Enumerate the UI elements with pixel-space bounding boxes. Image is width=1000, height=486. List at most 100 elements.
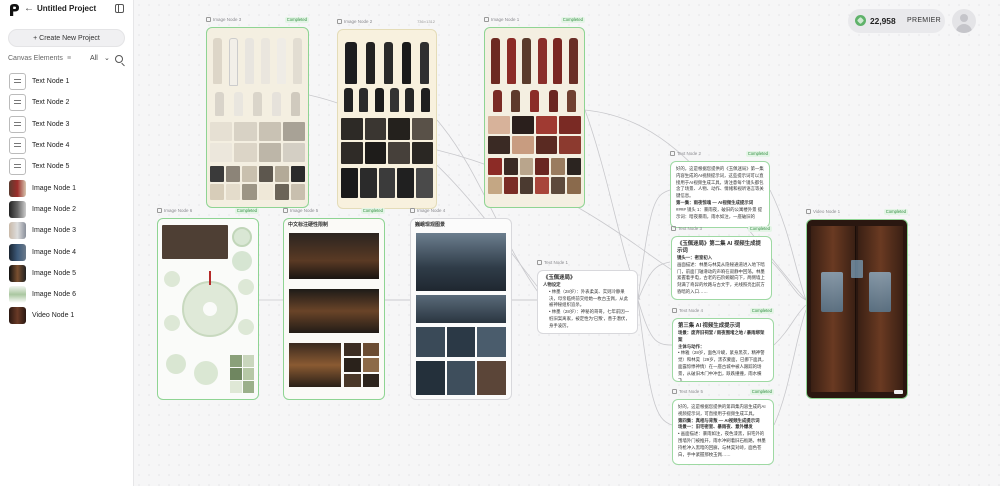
- app-logo-icon[interactable]: [9, 4, 20, 16]
- node-label: Text Node 3: [678, 226, 703, 231]
- video-preview[interactable]: [806, 219, 908, 399]
- image-preview: [206, 27, 309, 208]
- sidebar-item-image-node-3[interactable]: Image Node 3: [0, 220, 134, 241]
- status-badge: Completed: [360, 208, 385, 214]
- image-node-icon: [410, 208, 415, 213]
- back-arrow-icon[interactable]: ←: [24, 3, 34, 14]
- image-thumbnail: [9, 200, 26, 218]
- image-node-5[interactable]: Image Node 5 Completed 中文标注硬性限制: [283, 208, 385, 400]
- sidebar-item-label: Image Node 3: [32, 227, 76, 235]
- sidebar-item-label: Image Node 6: [32, 291, 76, 299]
- node-label: Image Node 1: [491, 17, 520, 22]
- image-node-2[interactable]: Image Node 2 736×1312: [337, 19, 437, 209]
- text-line: • 林墨（28岁）：外表柔美、实则冷静果决，母亲临终前交给她一枚古玉佩，从此被神…: [549, 288, 629, 308]
- sidebar-item-image-node-6[interactable]: Image Node 6: [0, 284, 134, 305]
- status-badge: Completed: [560, 17, 585, 23]
- node-label: Image Node 5: [290, 208, 319, 213]
- text-node-icon: [672, 389, 677, 394]
- status-badge: Completed: [749, 389, 774, 395]
- sidebar-item-image-node-5[interactable]: Image Node 5: [0, 263, 134, 284]
- text-node-icon: [9, 73, 26, 91]
- text-node-content: 第三集 AI 视频生成提示词 场景：废弃旧祠堂 / 雨夜围堵之地 / 暴雨绑架案…: [672, 318, 774, 382]
- text-node-3[interactable]: Text Node 3 Completed 《玉佩迷局》第二集 AI 视频生成提…: [671, 226, 772, 300]
- sidebar-item-image-node-2[interactable]: Image Node 2: [0, 199, 134, 220]
- create-new-project-button[interactable]: + Create New Project: [8, 29, 125, 47]
- image-node-icon: [157, 208, 162, 213]
- text-node-icon: [9, 137, 26, 155]
- sidebar-item-text-node-4[interactable]: Text Node 4: [0, 135, 134, 156]
- sidebar-item-label: Image Node 2: [32, 205, 76, 213]
- image-node-1[interactable]: Image Node 1 Completed: [484, 17, 585, 208]
- image-preview: [157, 218, 259, 400]
- search-icon[interactable]: [115, 55, 123, 63]
- sidebar-item-text-node-2[interactable]: Text Node 2: [0, 92, 134, 113]
- text-node-icon: [672, 308, 677, 313]
- text-node-2[interactable]: Text Node 2 Completed 好的，这是根据您提供的《玉佩迷局》第…: [670, 151, 770, 228]
- text-node-content: 好的，这是根据您提供的第四集内容生成的AI视频提示词，可直接用于视频生成工具。 …: [672, 399, 774, 465]
- video-duration-badge: [894, 390, 903, 394]
- image-title: 中文标注硬性限制: [288, 222, 329, 228]
- node-label: Image Node 3: [213, 17, 242, 22]
- canvas-elements-label: Canvas Elements: [8, 55, 63, 62]
- sidebar-item-label: Text Node 1: [32, 78, 70, 86]
- status-badge: Completed: [883, 209, 908, 215]
- image-preview: 中文标注硬性限制: [283, 218, 385, 400]
- credits-count: 22,958: [870, 16, 896, 26]
- image-preview: [484, 27, 585, 208]
- video-node-1[interactable]: Video Node 1 Completed: [806, 209, 908, 399]
- text-body: • 林雅（28岁，面色冷峻，紧身黑衣，精神警觉）和林昊（29岁，黑衣蒙面，已挪下…: [678, 350, 767, 382]
- sidebar-item-text-node-1[interactable]: Text Node 1: [0, 71, 134, 92]
- filter-select[interactable]: All: [90, 55, 98, 62]
- image-title: 巍峨现观图景: [415, 222, 446, 228]
- filter-icon[interactable]: ≡: [67, 55, 71, 62]
- sidebar-item-label: Image Node 1: [32, 184, 76, 192]
- sidebar-item-image-node-4[interactable]: Image Node 4: [0, 241, 134, 262]
- image-thumbnail: [9, 286, 26, 304]
- image-dimensions: 736×1312: [417, 19, 435, 24]
- text-node-icon: [9, 94, 26, 112]
- text-heading: 第一集：雨夜惊魂 — AI视频生成提示词: [676, 199, 754, 205]
- image-node-6[interactable]: Image Node 6 Completed: [157, 208, 259, 400]
- chevron-down-icon[interactable]: ⌄: [104, 54, 110, 62]
- sidebar-item-label: Text Node 2: [32, 99, 70, 107]
- sidebar-toggle-icon[interactable]: [115, 4, 124, 13]
- sidebar-item-text-node-3[interactable]: Text Node 3: [0, 114, 134, 135]
- image-preview: [337, 29, 437, 209]
- sidebar-item-image-node-1[interactable]: Image Node 1: [0, 177, 134, 198]
- sidebar-item-label: Image Node 4: [32, 248, 76, 256]
- text-subtitle: 镜头一：密室初入: [677, 255, 713, 260]
- node-label: Text Node 4: [679, 308, 704, 313]
- credits-badge[interactable]: 22,958 PREMIER: [848, 9, 945, 33]
- text-body: • 画面描述：暴雨如注，夜色漆黑，旧宅外的围墙外门被推开，雨水冲刷着旧石板路，林…: [678, 431, 766, 457]
- text-body: 好的，这是根据您提供的第四集内容生成的AI视频提示词，可直接用于视频生成工具。: [678, 404, 766, 416]
- status-badge: Completed: [284, 17, 309, 23]
- project-title[interactable]: Untitled Project: [37, 4, 96, 13]
- image-node-3[interactable]: Image Node 3 Completed: [206, 17, 309, 208]
- text-node-1[interactable]: Text Node 1 《玉佩迷局》 人物设定 • 林墨（28岁）：外表柔美、实…: [537, 260, 638, 334]
- node-label: Image Node 4: [417, 208, 446, 213]
- image-thumbnail: [9, 179, 26, 197]
- node-label: Image Node 6: [164, 208, 193, 213]
- node-label: Image Node 2: [344, 19, 373, 24]
- image-node-4[interactable]: Image Node 4 巍峨现观图景: [410, 208, 512, 400]
- node-label: Text Node 1: [544, 260, 569, 265]
- text-node-5[interactable]: Text Node 5 Completed 好的，这是根据您提供的第四集内容生成…: [672, 389, 774, 465]
- text-node-icon: [9, 115, 26, 133]
- text-node-icon: [537, 260, 542, 265]
- status-badge: Completed: [747, 226, 772, 232]
- text-node-content: 《玉佩迷局》第二集 AI 视频生成提示词 镜头一：密室初入 画面描述：林墨与林昊…: [671, 236, 772, 300]
- text-subtitle: 场景：废弃旧祠堂 / 雨夜围堵之地 / 暴雨绑架案: [678, 330, 765, 342]
- node-label: Text Node 2: [677, 151, 702, 156]
- text-heading: 第三集 AI 视频生成提示词: [678, 323, 741, 329]
- sidebar-item-text-node-5[interactable]: Text Node 5: [0, 156, 134, 177]
- user-avatar[interactable]: [952, 9, 976, 33]
- sidebar-item-label: Text Node 5: [32, 163, 70, 171]
- plan-label: PREMIER: [907, 17, 941, 24]
- text-node-content: 好的，这是根据您提供的《玉佩迷局》第一集内容生成的AI视频提示词，这些提示词可以…: [670, 161, 770, 228]
- text-node-4[interactable]: Text Node 4 Completed 第三集 AI 视频生成提示词 场景：…: [672, 308, 774, 382]
- image-node-icon: [283, 208, 288, 213]
- status-badge: Completed: [749, 308, 774, 314]
- image-thumbnail: [9, 264, 26, 282]
- sidebar-item-video-node-1[interactable]: Video Node 1: [0, 305, 134, 326]
- sidebar-item-label: Text Node 4: [32, 142, 70, 150]
